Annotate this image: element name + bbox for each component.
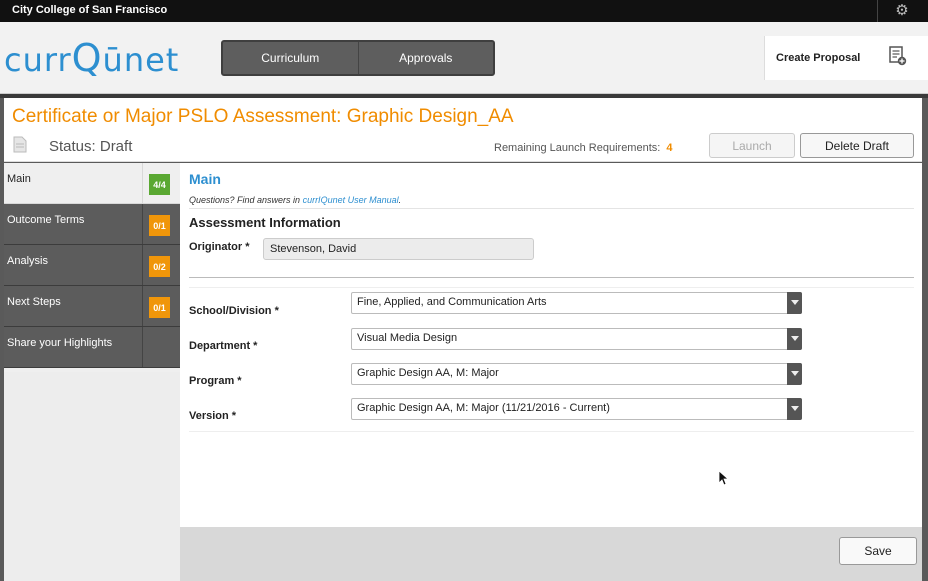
sidebar-item-label: Main: [7, 173, 31, 185]
sidebar-item-label: Share your Highlights: [7, 337, 113, 349]
completion-badge: 4/4: [149, 174, 170, 195]
department-label: Department *: [189, 340, 258, 352]
divider: [189, 208, 914, 209]
chevron-down-icon: [787, 328, 802, 350]
badge-cell: 4/4: [142, 163, 180, 203]
sidebar-item-label: Outcome Terms: [7, 214, 85, 226]
sidebar-empty-area: [4, 372, 180, 581]
badge-cell: 0/2: [142, 245, 180, 285]
remaining-requirements: Remaining Launch Requirements: 4: [494, 142, 672, 154]
sidebar-item-next-steps[interactable]: Next Steps 0/1: [4, 286, 180, 327]
page-title: Certificate or Major PSLO Assessment: Gr…: [12, 106, 514, 127]
badge-cell: 0/1: [142, 286, 180, 326]
create-proposal-label: Create Proposal: [776, 52, 861, 64]
completion-badge: 0/2: [149, 256, 170, 277]
completion-badge: 0/1: [149, 297, 170, 318]
topbar-divider: [877, 0, 878, 22]
assessment-info-title: Assessment Information: [189, 215, 341, 230]
sidebar-item-label: Analysis: [7, 255, 48, 267]
help-prefix: Questions? Find answers in: [189, 195, 303, 205]
footer-bar: Save: [180, 527, 922, 581]
sidebar-item-share-highlights[interactable]: Share your Highlights: [4, 327, 180, 368]
select-value: Visual Media Design: [357, 332, 458, 344]
school-division-label: School/Division *: [189, 305, 279, 317]
user-manual-link[interactable]: currIQunet User Manual: [303, 195, 399, 205]
main-nav: Curriculum Approvals: [221, 40, 495, 76]
status-text: Status: Draft: [49, 138, 133, 155]
sidebar-item-outcome-terms[interactable]: Outcome Terms 0/1: [4, 204, 180, 245]
school-division-select[interactable]: Fine, Applied, and Communication Arts: [351, 292, 802, 314]
originator-label: Originator *: [189, 241, 250, 253]
document-icon: [13, 136, 27, 153]
mouse-pointer-icon: [718, 470, 728, 486]
save-button[interactable]: Save: [839, 537, 917, 565]
sidebar-item-analysis[interactable]: Analysis 0/2: [4, 245, 180, 286]
title-panel: Certificate or Major PSLO Assessment: Gr…: [4, 98, 922, 162]
section-heading: Main: [189, 171, 221, 187]
remaining-label: Remaining Launch Requirements:: [494, 142, 661, 154]
originator-field: Stevenson, David: [263, 238, 534, 260]
version-select[interactable]: Graphic Design AA, M: Major (11/21/2016 …: [351, 398, 802, 420]
logo-part3: ūnet: [102, 41, 180, 79]
tab-approvals[interactable]: Approvals: [359, 42, 494, 74]
version-label: Version *: [189, 410, 237, 422]
chevron-down-icon: [787, 292, 802, 314]
main-content: Main Questions? Find answers in currIQun…: [180, 163, 922, 527]
help-text: Questions? Find answers in currIQunet Us…: [189, 195, 401, 205]
divider: [189, 431, 914, 432]
program-label: Program *: [189, 375, 242, 387]
new-document-icon: [889, 46, 907, 66]
divider: [189, 287, 914, 288]
launch-button[interactable]: Launch: [709, 133, 795, 158]
top-bar: City College of San Francisco ⚙: [0, 0, 928, 22]
sidebar: Main 4/4 Outcome Terms 0/1 Analysis 0/2 …: [4, 163, 180, 581]
app-header: currQūnet Curriculum Approvals Create Pr…: [0, 22, 928, 94]
delete-draft-button[interactable]: Delete Draft: [800, 133, 914, 158]
divider: [189, 277, 914, 278]
chevron-down-icon: [787, 398, 802, 420]
create-proposal-button[interactable]: Create Proposal: [764, 36, 928, 80]
tab-curriculum[interactable]: Curriculum: [223, 42, 359, 74]
program-select[interactable]: Graphic Design AA, M: Major: [351, 363, 802, 385]
logo-part1: curr: [4, 41, 72, 79]
department-select[interactable]: Visual Media Design: [351, 328, 802, 350]
sidebar-item-label: Next Steps: [7, 296, 61, 308]
chevron-down-icon: [787, 363, 802, 385]
gear-icon[interactable]: ⚙: [894, 3, 910, 19]
badge-cell: 0/1: [142, 204, 180, 244]
select-value: Graphic Design AA, M: Major (11/21/2016 …: [357, 402, 610, 414]
select-value: Graphic Design AA, M: Major: [357, 367, 499, 379]
completion-badge: 0/1: [149, 215, 170, 236]
select-value: Fine, Applied, and Communication Arts: [357, 296, 547, 308]
help-suffix: .: [398, 195, 402, 205]
badge-cell: [142, 327, 180, 367]
remaining-count: 4: [666, 142, 673, 154]
app-logo[interactable]: currQūnet: [4, 36, 179, 80]
logo-part2: Q: [71, 36, 103, 80]
sidebar-item-main[interactable]: Main 4/4: [4, 163, 180, 204]
college-name: City College of San Francisco: [12, 4, 168, 16]
